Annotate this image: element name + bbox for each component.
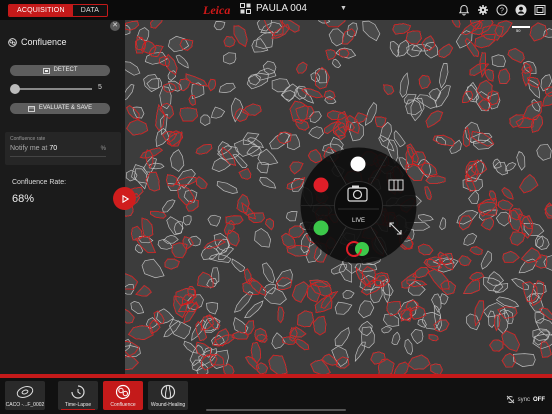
- confluence-icon: [115, 384, 131, 400]
- detect-icon: [42, 67, 50, 74]
- top-bar: ACQUISITION DATA Leica PAULA 004 ▼ ?: [0, 0, 552, 20]
- confluence-rate-value: 68%: [12, 193, 35, 205]
- time-lapse-icon: [71, 385, 85, 399]
- notify-unit: %: [100, 146, 106, 152]
- red-channel-button[interactable]: [313, 177, 329, 193]
- user-icon[interactable]: [515, 4, 527, 16]
- slider-track: [14, 88, 92, 90]
- green-channel-button[interactable]: [313, 220, 329, 236]
- gallery-icon[interactable]: [534, 4, 546, 16]
- tile-time-lapse[interactable]: Time-Lapse: [58, 381, 98, 410]
- close-icon[interactable]: ✕: [110, 21, 120, 31]
- tile-sample[interactable]: CACO -...F_0002: [5, 381, 45, 410]
- notify-field[interactable]: Confluence rate Notify me at 70 %: [5, 132, 121, 165]
- confluence-rate-label: Confluence Rate:: [12, 179, 67, 186]
- notify-value: 70: [49, 145, 58, 152]
- brand-logo: Leica: [203, 3, 231, 17]
- save-icon: [27, 105, 35, 112]
- bell-icon[interactable]: [458, 4, 470, 16]
- tab-data[interactable]: DATA: [72, 5, 108, 16]
- sample-icon: [16, 386, 34, 398]
- sync-toggle[interactable]: sync OFF: [506, 395, 545, 404]
- gear-icon[interactable]: [477, 4, 489, 16]
- slider-knob[interactable]: [10, 84, 20, 94]
- project-icon: [240, 3, 251, 14]
- project-name: PAULA 004: [256, 3, 307, 14]
- scale-bar: 50: [512, 24, 530, 34]
- svg-text:?: ?: [500, 8, 504, 15]
- home-indicator: [206, 409, 346, 411]
- mode-segmented-control: ACQUISITION DATA: [8, 4, 109, 17]
- panel-title: Confluence: [8, 37, 67, 47]
- notify-input[interactable]: Notify me at 70: [10, 145, 57, 152]
- scale-bar-line: [512, 26, 530, 28]
- scale-bar-label: 50: [516, 28, 521, 33]
- white-channel-button[interactable]: [350, 156, 366, 172]
- sync-off-icon: [506, 395, 515, 404]
- tile-wound-healing[interactable]: Wound-Healing: [148, 381, 188, 410]
- tile-confluence[interactable]: Confluence: [103, 381, 143, 410]
- slider-value: 5: [98, 84, 102, 91]
- notify-underline: [10, 156, 106, 157]
- chevron-down-icon[interactable]: ▼: [340, 5, 347, 12]
- play-icon: [121, 194, 129, 203]
- project-selector[interactable]: PAULA 004 ▼: [240, 3, 347, 14]
- evaluate-save-button[interactable]: EVALUATE & SAVE: [10, 103, 110, 114]
- tab-acquisition[interactable]: ACQUISITION: [9, 5, 73, 16]
- detect-button[interactable]: DETECT: [10, 65, 110, 76]
- help-icon[interactable]: ?: [496, 4, 508, 16]
- threshold-slider[interactable]: [10, 84, 92, 94]
- notify-label: Confluence rate: [10, 136, 46, 142]
- confluence-icon: [8, 37, 17, 47]
- live-label[interactable]: LIVE: [352, 218, 365, 224]
- confluence-panel: ✕ Confluence DETECT 5 EVALUATE & SAVE Co…: [0, 20, 125, 374]
- radial-menu: LIVE: [300, 147, 417, 264]
- play-button[interactable]: [113, 187, 136, 210]
- tile-underline: [61, 408, 95, 410]
- wound-healing-icon: [160, 384, 176, 400]
- sync-state: OFF: [533, 396, 545, 403]
